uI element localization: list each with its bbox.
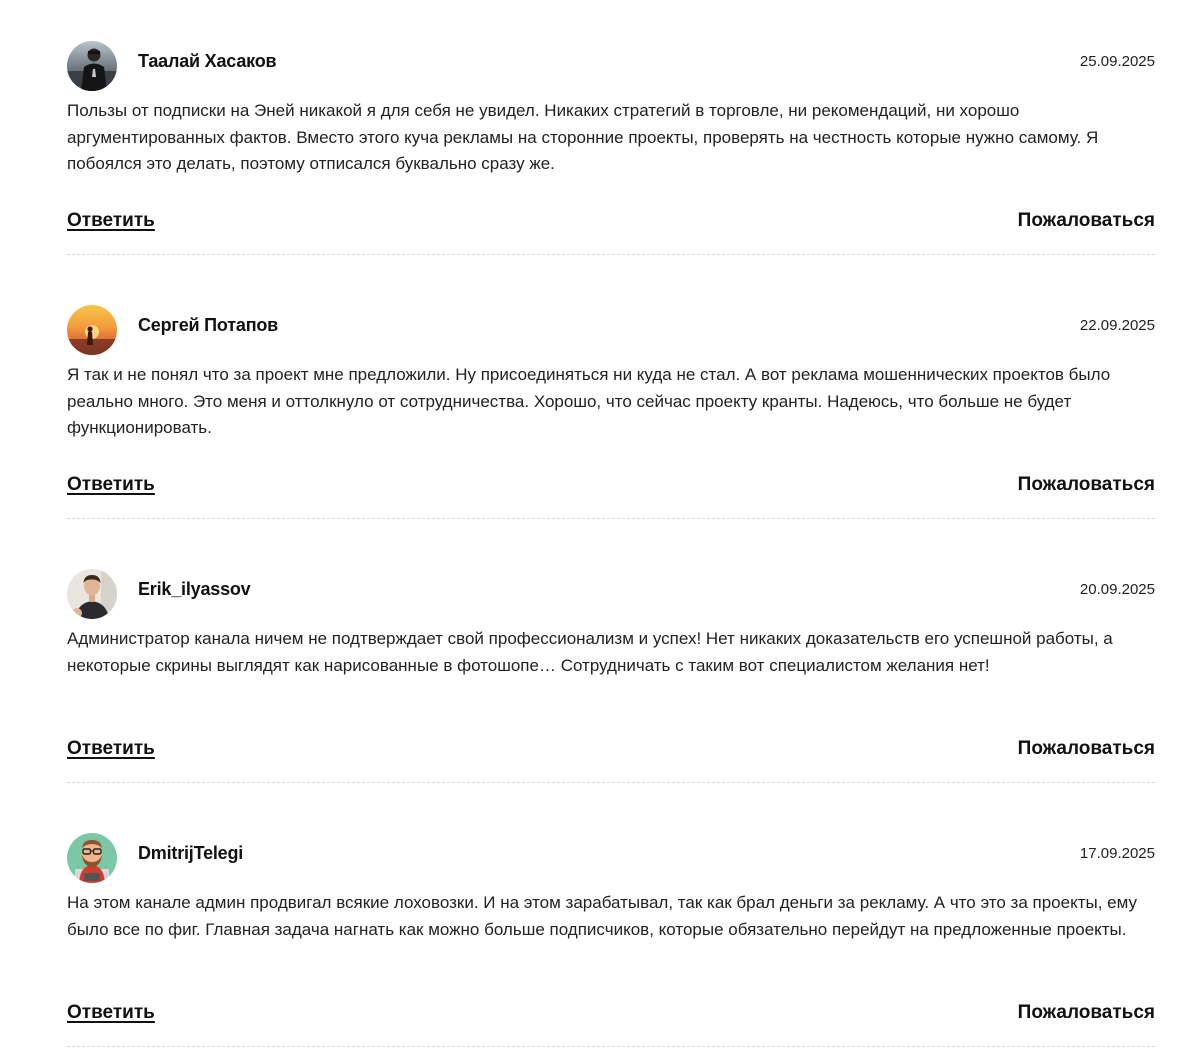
comment-text: Администратор канала ничем не подтвержда… (67, 629, 1113, 675)
avatar (67, 569, 117, 619)
avatar (67, 41, 117, 91)
comment-date: 17.09.2025 (1079, 845, 1155, 862)
avatar-photo-icon (67, 305, 117, 355)
comment-divider (67, 518, 1155, 519)
avatar-cartoon-icon (67, 833, 117, 883)
comment-text: На этом канале админ продвигал всякие ло… (67, 893, 1137, 939)
avatar-photo-icon (67, 569, 117, 619)
comment-author: Таалай Хасаков (138, 51, 277, 71)
avatar (67, 305, 117, 355)
comment-item: DmitrijTelegi 17.09.2025 На этом канале … (67, 792, 1155, 1057)
reply-link[interactable]: Ответить (67, 210, 155, 232)
avatar (67, 833, 117, 883)
comment-item: Сергей Потапов 22.09.2025 Я так и не пон… (67, 264, 1155, 528)
comment-item: Таалай Хасаков 25.09.2025 Пользы от подп… (67, 0, 1155, 264)
comment-divider (67, 1046, 1155, 1047)
comment-date: 25.09.2025 (1079, 53, 1155, 70)
comment-text: Я так и не понял что за проект мне предл… (67, 365, 1111, 437)
comment-divider (67, 782, 1155, 783)
comment-text: Пользы от подписки на Эней никакой я для… (67, 101, 1099, 173)
report-link[interactable]: Пожаловаться (1018, 474, 1155, 496)
comment-header: Таалай Хасаков 25.09.2025 (67, 41, 1155, 91)
reply-link[interactable]: Ответить (67, 738, 155, 760)
comment-header: Сергей Потапов 22.09.2025 (67, 305, 1155, 355)
comment-date: 20.09.2025 (1079, 581, 1155, 598)
report-link[interactable]: Пожаловаться (1018, 210, 1155, 232)
report-link[interactable]: Пожаловаться (1018, 1002, 1155, 1024)
avatar-photo-icon (67, 41, 117, 91)
comments-list: Таалай Хасаков 25.09.2025 Пользы от подп… (67, 0, 1155, 1057)
comment-author: Сергей Потапов (138, 315, 279, 335)
report-link[interactable]: Пожаловаться (1018, 738, 1155, 760)
reply-link[interactable]: Ответить (67, 474, 155, 496)
comment-author: DmitrijTelegi (138, 843, 244, 863)
comment-divider (67, 254, 1155, 255)
comment-header: DmitrijTelegi 17.09.2025 (67, 833, 1155, 883)
comment-date: 22.09.2025 (1079, 317, 1155, 334)
reply-link[interactable]: Ответить (67, 1002, 155, 1024)
comment-author: Erik_ilyassov (138, 579, 251, 599)
comment-header: Erik_ilyassov 20.09.2025 (67, 569, 1155, 619)
comment-item: Erik_ilyassov 20.09.2025 Администратор к… (67, 528, 1155, 792)
